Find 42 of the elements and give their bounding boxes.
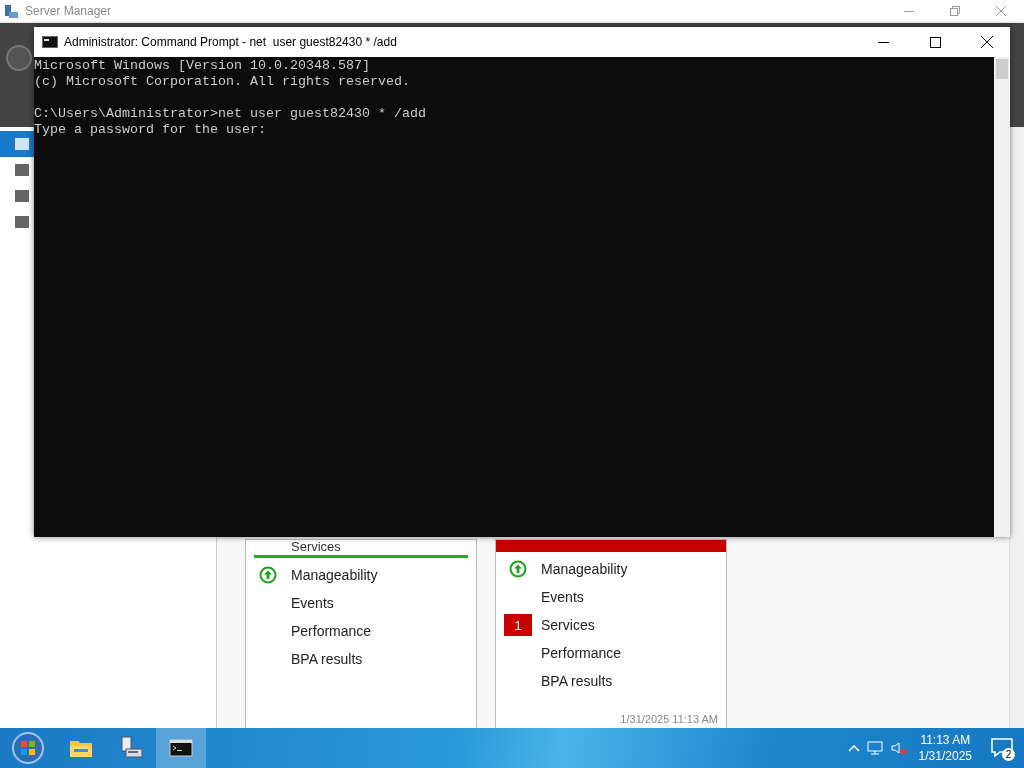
window-title: Server Manager (25, 4, 113, 18)
console-line: Microsoft Windows [Version 10.0.20348.587] (34, 58, 371, 74)
clock-time: 11:13 AM (920, 732, 971, 748)
alert-count: 1 (504, 614, 532, 636)
scrollbar[interactable] (1009, 127, 1024, 728)
nav-icon (14, 189, 30, 203)
clock-date: 1/31/2025 (918, 748, 972, 764)
status-link[interactable]: BPA results (541, 673, 613, 689)
nav-icon (14, 137, 30, 151)
status-link[interactable]: Manageability (291, 567, 378, 583)
nav-item[interactable] (0, 131, 34, 157)
clock[interactable]: 11:13 AM 1/31/2025 (910, 732, 980, 764)
maximize-icon (929, 36, 941, 48)
notification-button[interactable]: 2 (980, 728, 1024, 768)
console-line: Type a password for the user: (34, 122, 267, 138)
terminal-icon (42, 36, 58, 48)
timestamp: 1/31/2025 11:13 AM (620, 713, 718, 725)
scrollbar[interactable] (994, 57, 1010, 537)
message-icon (991, 738, 1013, 758)
nav-icon (14, 215, 30, 229)
notification-count: 2 (1002, 748, 1015, 761)
terminal-icon[interactable] (169, 738, 193, 758)
status-link[interactable]: Events (291, 595, 334, 611)
back-button[interactable] (6, 45, 32, 71)
close-icon (996, 6, 1006, 16)
nav-icon (14, 163, 30, 177)
folder-icon[interactable] (69, 738, 93, 758)
status-link[interactable]: Services (541, 617, 595, 633)
console-line: C:\Users\Administrator>net user guest82430 * /add (34, 106, 427, 122)
restore-icon (950, 6, 960, 16)
console-line: (c) Microsoft Corporation. All rights reserved. (34, 74, 411, 90)
close-icon (981, 36, 993, 48)
tile-title: Services (290, 540, 342, 554)
window-title: Administrator: Command Prompt - net user guest82430 * /add (64, 35, 398, 49)
status-link[interactable]: Events (541, 589, 584, 605)
server-manager-icon[interactable] (118, 735, 144, 761)
status-link[interactable]: BPA results (291, 651, 363, 667)
server-manager-icon (4, 3, 19, 19)
windows-logo-icon (11, 731, 45, 765)
status-link[interactable]: Manageability (541, 561, 628, 577)
status-link[interactable]: Performance (541, 645, 622, 661)
status-link[interactable]: Performance (291, 623, 372, 639)
